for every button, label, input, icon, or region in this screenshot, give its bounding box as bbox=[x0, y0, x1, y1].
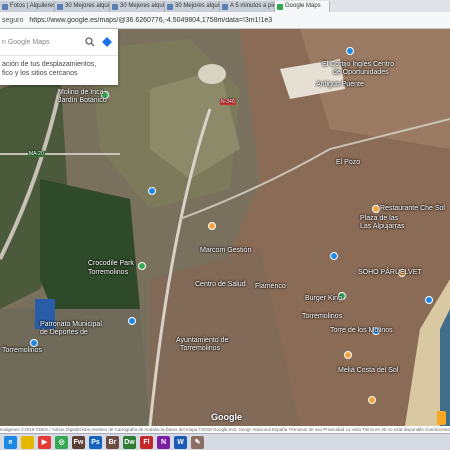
place-label: El Pozo bbox=[336, 159, 361, 166]
place-label: Meliá Costa del Sol bbox=[338, 367, 399, 374]
place-label: El Cortijo Inglés Centro bbox=[322, 61, 394, 68]
search-box[interactable]: n Google Maps bbox=[0, 29, 118, 56]
place-label: Patronato Municipal bbox=[40, 321, 102, 328]
place-label: Centro de Salud bbox=[195, 281, 246, 288]
favicon-icon bbox=[222, 3, 228, 10]
map-pin-icon[interactable] bbox=[346, 47, 354, 55]
favicon-icon bbox=[2, 3, 8, 10]
search-input[interactable]: n Google Maps bbox=[0, 39, 84, 46]
place-label: SOHO PÂRUÉLVET bbox=[358, 269, 422, 276]
commute-info[interactable]: ación de tus desplazamientos, fico y los… bbox=[0, 56, 118, 78]
search-panel: n Google Maps ación de tus desplazamient… bbox=[0, 29, 118, 85]
place-label: Torremolinos bbox=[88, 269, 129, 276]
map-pin-icon[interactable] bbox=[128, 317, 136, 325]
place-label: Ayuntamiento de bbox=[176, 337, 229, 344]
place-label: Torre de los Molinos bbox=[330, 327, 393, 334]
place-label: de Oportunidades bbox=[333, 69, 389, 76]
chrome-icon[interactable]: ◎ bbox=[55, 435, 68, 449]
road-label: MA-20 bbox=[28, 151, 45, 157]
photoshop-icon[interactable]: Ps bbox=[89, 435, 102, 449]
browser-tab[interactable]: 30 Mejores alquiler de bbox=[110, 1, 165, 12]
place-label: Crocodile Park bbox=[88, 260, 134, 267]
bridge-icon[interactable]: Br bbox=[106, 435, 119, 449]
favicon-icon bbox=[112, 3, 118, 10]
directions-icon[interactable] bbox=[101, 36, 113, 48]
place-label: Antiguo Puente bbox=[316, 81, 364, 88]
map-attribution: Imágenes ©2018 CNES / Airbus,DigitalGlob… bbox=[0, 426, 450, 433]
place-label: Torremolinos bbox=[2, 347, 43, 354]
favicon-icon bbox=[57, 3, 63, 10]
map-pin-icon[interactable] bbox=[30, 339, 38, 347]
paint-icon[interactable]: ✎ bbox=[191, 435, 204, 449]
browser-tab-active[interactable]: Google Maps bbox=[275, 1, 330, 12]
place-label: Torremolinos bbox=[180, 345, 221, 352]
map-pin-icon[interactable] bbox=[330, 252, 338, 260]
place-label: Restaurante Che Sol bbox=[380, 205, 445, 212]
dreamweaver-icon[interactable]: Dw bbox=[123, 435, 136, 449]
street-view-pegman-icon[interactable] bbox=[437, 411, 446, 425]
browser-tab[interactable]: 30 Mejores alquiler de bbox=[55, 1, 110, 12]
place-label: de Deportes de bbox=[40, 329, 88, 336]
map-pin-icon[interactable] bbox=[425, 296, 433, 304]
place-label: Torremolinos bbox=[302, 313, 343, 320]
restaurant-pin-icon[interactable] bbox=[208, 222, 216, 230]
onenote-icon[interactable]: N bbox=[157, 435, 170, 449]
media-player-icon[interactable]: ▶ bbox=[38, 435, 51, 449]
browser-tab[interactable]: 30 Mejores alquileres d bbox=[165, 1, 220, 12]
browser-tab[interactable]: Fotos | Alquileres vaca bbox=[0, 1, 55, 12]
park-pin-icon[interactable] bbox=[138, 262, 146, 270]
word-icon[interactable]: W bbox=[174, 435, 187, 449]
folder-icon[interactable] bbox=[21, 435, 34, 449]
google-logo: Google bbox=[211, 412, 242, 422]
google-maps-favicon-icon bbox=[277, 3, 283, 10]
flash-icon[interactable]: Fl bbox=[140, 435, 153, 449]
url-text[interactable]: https://www.google.es/maps/@36.6260776,-… bbox=[29, 17, 272, 24]
windows-taskbar: e ▶ ◎ Fw Ps Br Dw Fl N W ✎ bbox=[0, 433, 450, 450]
road-label: N-340 bbox=[220, 99, 236, 105]
restaurant-pin-icon[interactable] bbox=[372, 205, 380, 213]
place-label: Marcom Gestión bbox=[200, 247, 252, 254]
place-label: Las Alpujarras bbox=[360, 223, 405, 230]
ie-icon[interactable]: e bbox=[4, 435, 17, 449]
place-label: Flamenco bbox=[255, 283, 286, 290]
browser-tab[interactable]: A 5 minutos a pie del bbox=[220, 1, 275, 12]
place-label: Molino de Inca bbox=[58, 89, 104, 96]
restaurant-pin-icon[interactable] bbox=[344, 351, 352, 359]
browser-tab-bar: Fotos | Alquileres vaca 30 Mejores alqui… bbox=[0, 0, 450, 12]
secure-label: seguro bbox=[2, 16, 24, 24]
search-icon[interactable] bbox=[84, 36, 96, 48]
restaurant-pin-icon[interactable] bbox=[368, 396, 376, 404]
place-label: Plaza de las bbox=[360, 215, 399, 222]
place-label: Jardín Botánico bbox=[58, 97, 107, 104]
address-bar[interactable]: seguro https://www.google.es/maps/@36.62… bbox=[0, 12, 450, 29]
map-pin-icon[interactable] bbox=[148, 187, 156, 195]
fireworks-icon[interactable]: Fw bbox=[72, 435, 85, 449]
satellite-map[interactable]: Molino de Inca Jardín Botánico El Cortij… bbox=[0, 29, 450, 426]
favicon-icon bbox=[167, 3, 173, 10]
place-label: Burger King bbox=[305, 295, 342, 302]
